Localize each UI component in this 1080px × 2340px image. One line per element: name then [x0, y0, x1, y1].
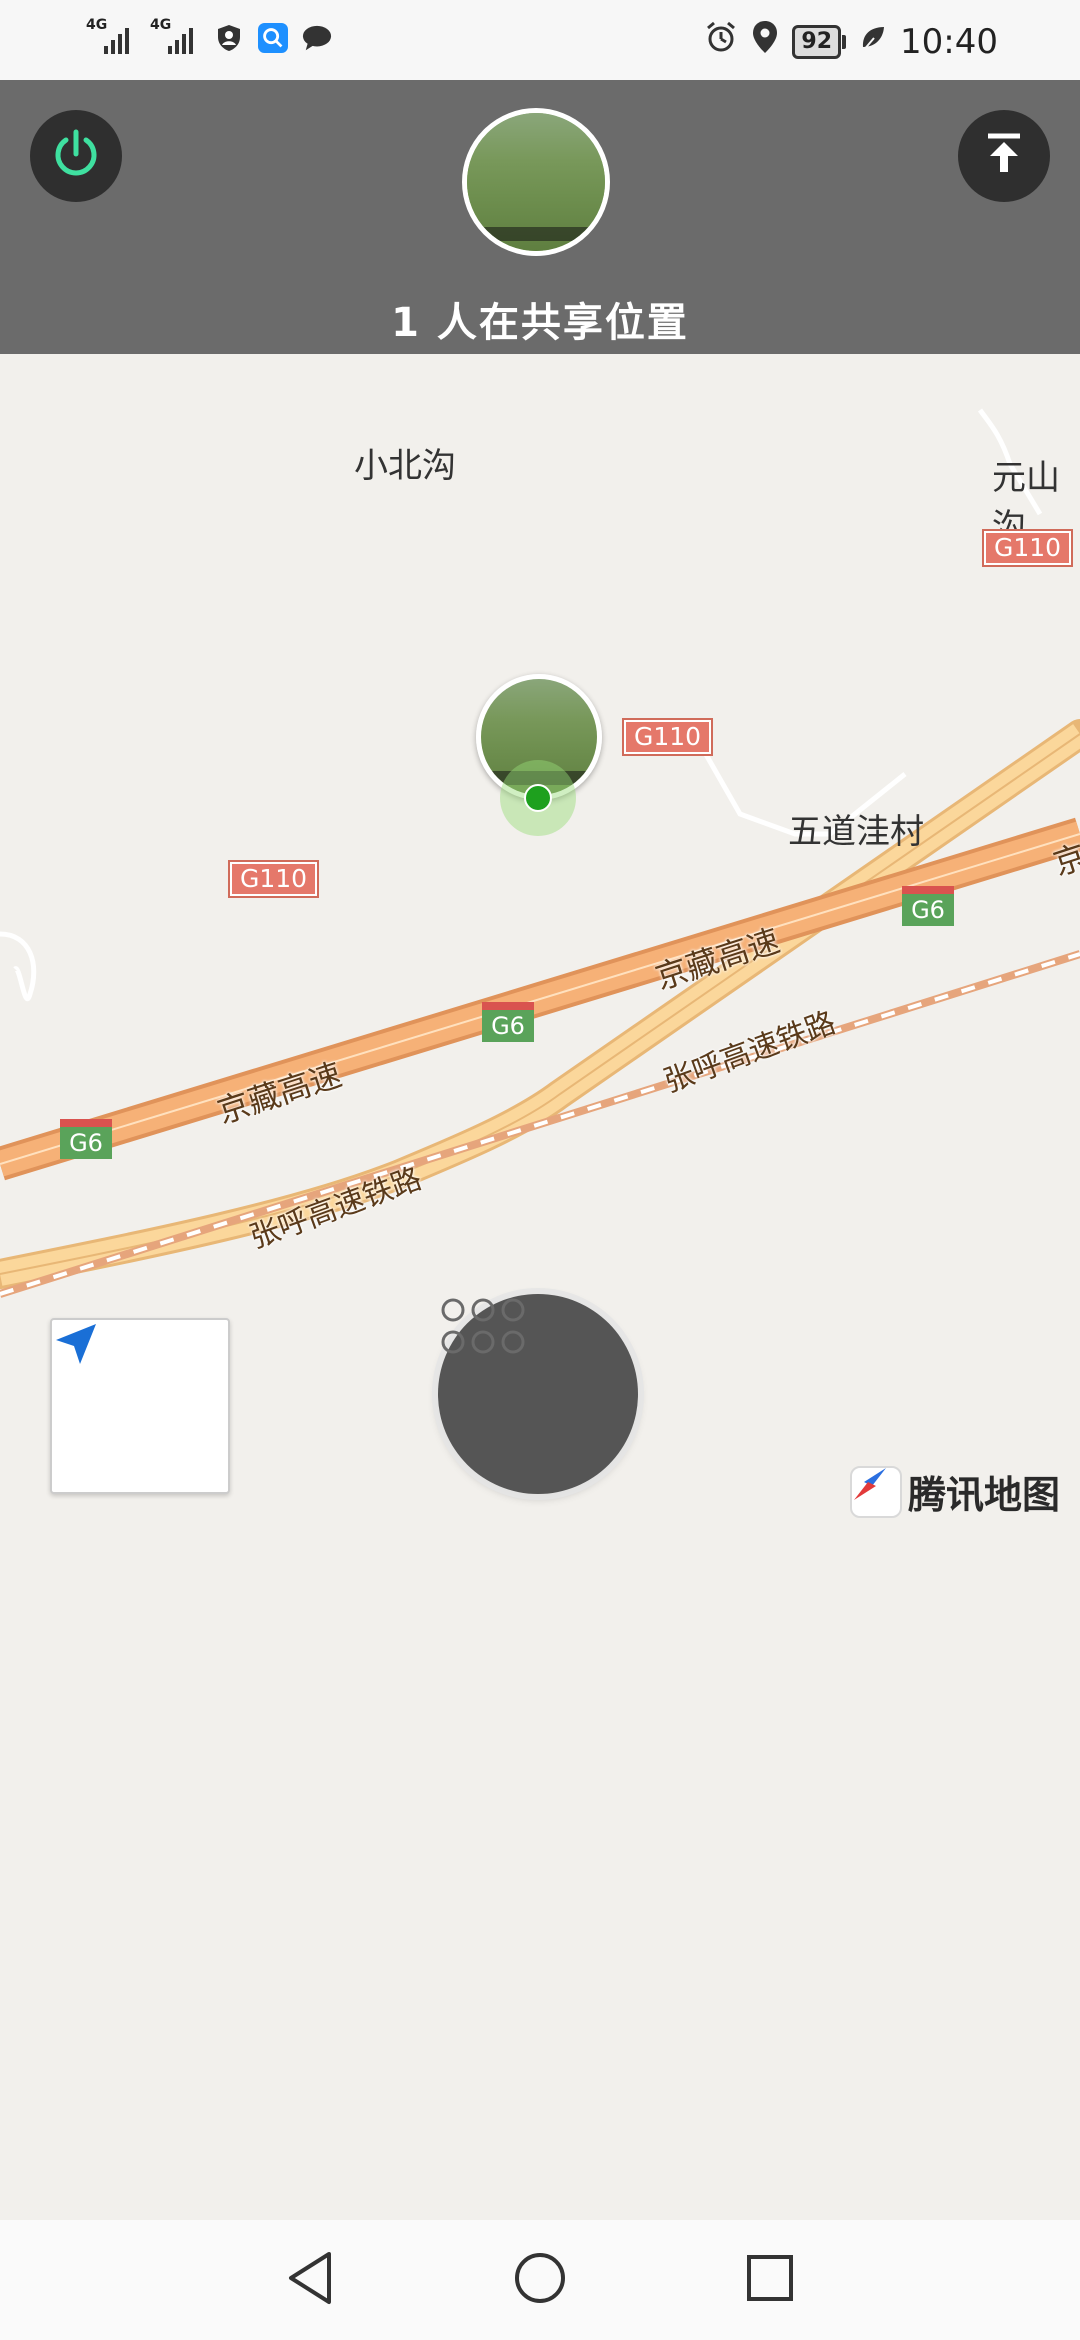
signal-icon: 4G — [86, 18, 136, 58]
map-brand: 腾讯地图 — [850, 1464, 1060, 1519]
signal-icon: 4G — [150, 18, 200, 58]
current-location-dot — [524, 784, 552, 812]
road-shield-g6: G6 — [902, 886, 954, 926]
status-bar: 4G 4G 92 10:40 — [0, 0, 1080, 80]
leaf-icon — [860, 22, 886, 62]
brand-name: 腾讯地图 — [908, 1473, 1061, 1517]
screen: 4G 4G 92 10:40 1 人在共享位置 小北沟 元山沟 五道洼村 G11… — [0, 0, 1080, 2340]
upload-top-icon — [976, 126, 1032, 186]
power-button[interactable] — [30, 110, 122, 202]
place-label: 五道洼村 — [788, 812, 924, 852]
upload-button[interactable] — [958, 110, 1050, 202]
battery-level: 92 — [792, 24, 842, 59]
map-canvas — [0, 408, 1080, 1298]
shield-user-icon — [214, 23, 244, 53]
road-shield-g110: G110 — [621, 718, 714, 756]
place-label: 小北沟 — [354, 446, 456, 486]
road-shield-g110: G110 — [981, 529, 1074, 567]
recents-square-icon — [745, 2253, 795, 2307]
clock-time: 10:40 — [900, 21, 998, 62]
map-view[interactable]: 小北沟 元山沟 五道洼村 G110 G110 G110 G6 G6 G6 京藏高… — [0, 354, 1080, 2220]
locate-me-button[interactable] — [50, 1318, 230, 1494]
user-avatar[interactable] — [462, 108, 610, 256]
back-button[interactable] — [280, 2250, 340, 2310]
chat-icon — [302, 23, 332, 53]
share-header: 1 人在共享位置 — [0, 80, 1080, 354]
location-pin-icon — [752, 20, 778, 63]
home-button[interactable] — [510, 2250, 570, 2310]
recents-button[interactable] — [740, 2250, 800, 2310]
alarm-icon — [704, 20, 738, 63]
tencent-map-logo-icon — [850, 1465, 902, 1518]
system-nav-bar — [0, 2220, 1080, 2340]
battery-icon: 92 — [792, 24, 847, 59]
search-app-icon — [258, 23, 288, 53]
menu-button[interactable] — [438, 1294, 638, 1494]
status-left: 4G 4G — [86, 18, 332, 58]
share-count-title: 1 人在共享位置 — [391, 300, 689, 346]
road-shield-g6: G6 — [60, 1119, 112, 1159]
road-shield-g110: G110 — [227, 860, 320, 898]
road-shield-g6: G6 — [482, 1002, 534, 1042]
status-right: 92 10:40 — [704, 20, 998, 63]
power-icon — [48, 126, 104, 186]
home-circle-icon — [513, 2251, 567, 2309]
back-triangle-icon — [285, 2251, 335, 2309]
